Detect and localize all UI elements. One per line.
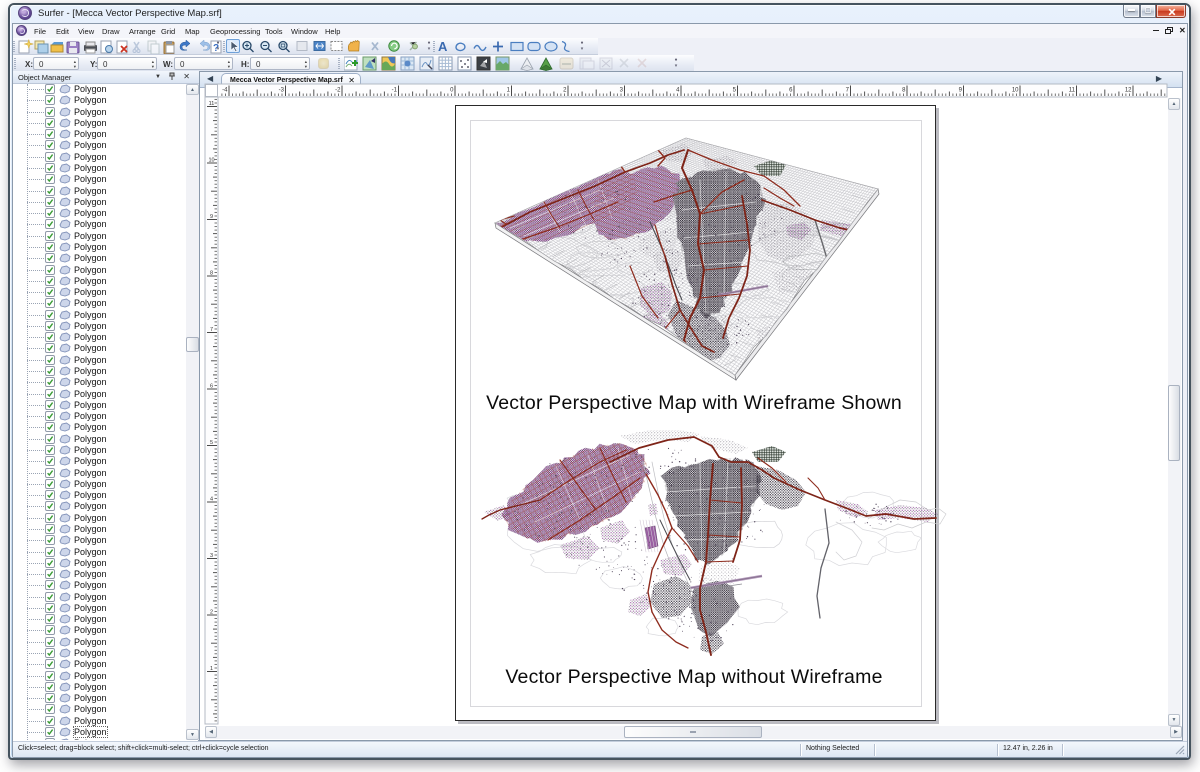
svg-text:A: A [438, 39, 448, 54]
